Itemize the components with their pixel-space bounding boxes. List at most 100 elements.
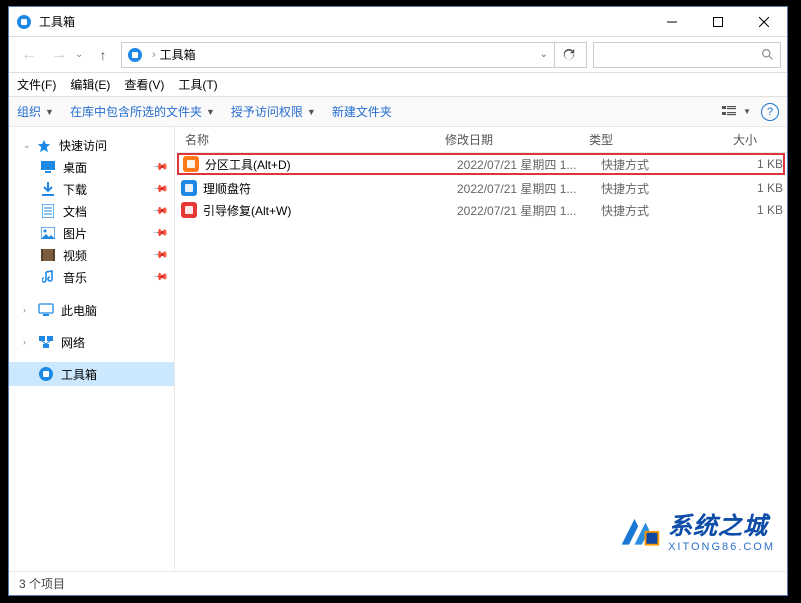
file-icon — [181, 202, 197, 218]
sidebar-item-label: 音乐 — [63, 269, 87, 286]
file-name: 分区工具(Alt+D) — [205, 156, 457, 173]
titlebar: 工具箱 — [9, 7, 787, 37]
breadcrumb-separator-icon: › — [152, 49, 156, 61]
app-icon — [15, 13, 33, 31]
navigation-bar: ← → ⌄ ↑ › 工具箱 ⌄ — [9, 37, 787, 73]
file-icon — [181, 180, 197, 196]
toolbox-item[interactable]: › 工具箱 — [9, 362, 174, 386]
star-icon — [37, 139, 55, 153]
chevron-right-icon: › — [23, 305, 33, 315]
pictures-icon — [39, 225, 57, 241]
pin-icon: 📌 — [151, 247, 168, 264]
include-in-library-dropdown[interactable]: 在库中包含所选的文件夹▼ — [70, 103, 215, 120]
sidebar-item-label: 桌面 — [63, 159, 87, 176]
search-input[interactable] — [600, 48, 761, 62]
maximize-button[interactable] — [695, 7, 741, 37]
sidebar-item-documents[interactable]: 文档 📌 — [9, 200, 174, 222]
quick-access-label: 快速访问 — [59, 137, 107, 154]
location-icon — [126, 46, 144, 64]
file-date: 2022/07/21 星期四 1... — [457, 202, 601, 219]
pin-icon: 📌 — [151, 159, 168, 176]
menu-file[interactable]: 文件(F) — [17, 76, 56, 93]
downloads-icon — [39, 181, 57, 197]
quick-access-group[interactable]: ⌄ 快速访问 — [9, 135, 174, 156]
navigation-pane: ⌄ 快速访问 桌面 📌 下载 📌 文档 📌 图片 📌 视频 📌 音乐 📌 › 此电脑 › — [9, 127, 175, 571]
menu-view[interactable]: 查看(V) — [124, 76, 164, 93]
file-type: 快捷方式 — [601, 202, 715, 219]
column-headers: 名称 修改日期 类型 大小 — [175, 127, 787, 153]
command-bar: 组织▼ 在库中包含所选的文件夹▼ 授予访问权限▼ 新建文件夹 ▼ ? — [9, 97, 787, 127]
column-type-header[interactable]: 类型 — [579, 131, 693, 148]
sidebar-item-desktop[interactable]: 桌面 📌 — [9, 156, 174, 178]
file-name: 引导修复(Alt+W) — [203, 202, 457, 219]
refresh-button[interactable] — [554, 43, 582, 67]
column-name-header[interactable]: 名称 — [175, 131, 435, 148]
sidebar-item-videos[interactable]: 视频 📌 — [9, 244, 174, 266]
nav-back-button[interactable]: ← — [15, 41, 43, 69]
file-row[interactable]: 分区工具(Alt+D)2022/07/21 星期四 1...快捷方式1 KB — [177, 153, 785, 175]
sidebar-item-music[interactable]: 音乐 📌 — [9, 266, 174, 288]
network-label: 网络 — [61, 334, 85, 351]
window-controls — [649, 7, 787, 37]
column-size-header[interactable]: 大小 — [693, 131, 767, 148]
grant-access-dropdown[interactable]: 授予访问权限▼ — [231, 103, 316, 120]
file-type: 快捷方式 — [601, 180, 715, 197]
help-button[interactable]: ? — [761, 103, 779, 121]
sidebar-item-label: 视频 — [63, 247, 87, 264]
file-name: 理顺盘符 — [203, 180, 457, 197]
file-size: 1 KB — [715, 157, 783, 171]
address-bar[interactable]: › 工具箱 ⌄ — [121, 42, 587, 68]
nav-history-dropdown[interactable]: ⌄ — [75, 49, 89, 60]
file-explorer-window: 工具箱 ← → ⌄ ↑ › 工具箱 ⌄ — [8, 6, 788, 596]
sidebar-item-label: 下载 — [63, 181, 87, 198]
music-icon — [39, 269, 57, 285]
address-dropdown-icon[interactable]: ⌄ — [534, 49, 554, 60]
nav-forward-button[interactable]: → — [45, 41, 73, 69]
view-options-dropdown[interactable]: ▼ — [722, 105, 751, 119]
file-row[interactable]: 理顺盘符2022/07/21 星期四 1...快捷方式1 KB — [175, 177, 787, 199]
new-folder-button[interactable]: 新建文件夹 — [332, 103, 392, 120]
window-title: 工具箱 — [39, 13, 649, 30]
pin-icon: 📌 — [151, 269, 168, 286]
menu-tools[interactable]: 工具(T) — [178, 76, 217, 93]
videos-icon — [39, 247, 57, 263]
explorer-body: ⌄ 快速访问 桌面 📌 下载 📌 文档 📌 图片 📌 视频 📌 音乐 📌 › 此电脑 › — [9, 127, 787, 571]
sidebar-item-downloads[interactable]: 下载 📌 — [9, 178, 174, 200]
documents-icon — [39, 203, 57, 219]
file-date: 2022/07/21 星期四 1... — [457, 180, 601, 197]
this-pc-item[interactable]: › 此电脑 — [9, 298, 174, 322]
chevron-down-icon: ⌄ — [23, 140, 33, 151]
menu-bar: 文件(F) 编辑(E) 查看(V) 工具(T) — [9, 73, 787, 97]
file-icon — [183, 156, 199, 172]
breadcrumb-location[interactable]: 工具箱 — [160, 46, 196, 63]
watermark: 系统之城 XITONG86.COM — [618, 506, 775, 553]
minimize-button[interactable] — [649, 7, 695, 37]
sidebar-item-pictures[interactable]: 图片 📌 — [9, 222, 174, 244]
pin-icon: 📌 — [151, 203, 168, 220]
network-item[interactable]: › 网络 — [9, 330, 174, 354]
watermark-subtitle: XITONG86.COM — [668, 541, 775, 553]
file-size: 1 KB — [715, 181, 783, 195]
sidebar-item-label: 图片 — [63, 225, 87, 242]
search-icon[interactable] — [761, 48, 774, 61]
pin-icon: 📌 — [151, 225, 168, 242]
menu-edit[interactable]: 编辑(E) — [70, 76, 110, 93]
desktop-icon — [39, 159, 57, 175]
file-list-pane: 名称 修改日期 类型 大小 分区工具(Alt+D)2022/07/21 星期四 … — [175, 127, 787, 571]
close-button[interactable] — [741, 7, 787, 37]
item-count: 3 个项目 — [19, 575, 65, 592]
column-date-header[interactable]: 修改日期 — [435, 131, 579, 148]
computer-icon — [37, 303, 55, 317]
file-type: 快捷方式 — [601, 156, 715, 173]
file-row[interactable]: 引导修复(Alt+W)2022/07/21 星期四 1...快捷方式1 KB — [175, 199, 787, 221]
chevron-right-icon: › — [23, 337, 33, 347]
watermark-title: 系统之城 — [668, 506, 775, 541]
nav-up-button[interactable]: ↑ — [91, 41, 115, 69]
search-box[interactable] — [593, 42, 781, 68]
toolbox-label: 工具箱 — [61, 366, 97, 383]
sidebar-item-label: 文档 — [63, 203, 87, 220]
organize-dropdown[interactable]: 组织▼ — [17, 103, 54, 120]
pin-icon: 📌 — [151, 181, 168, 198]
file-size: 1 KB — [715, 203, 783, 217]
status-bar: 3 个项目 — [9, 571, 787, 595]
